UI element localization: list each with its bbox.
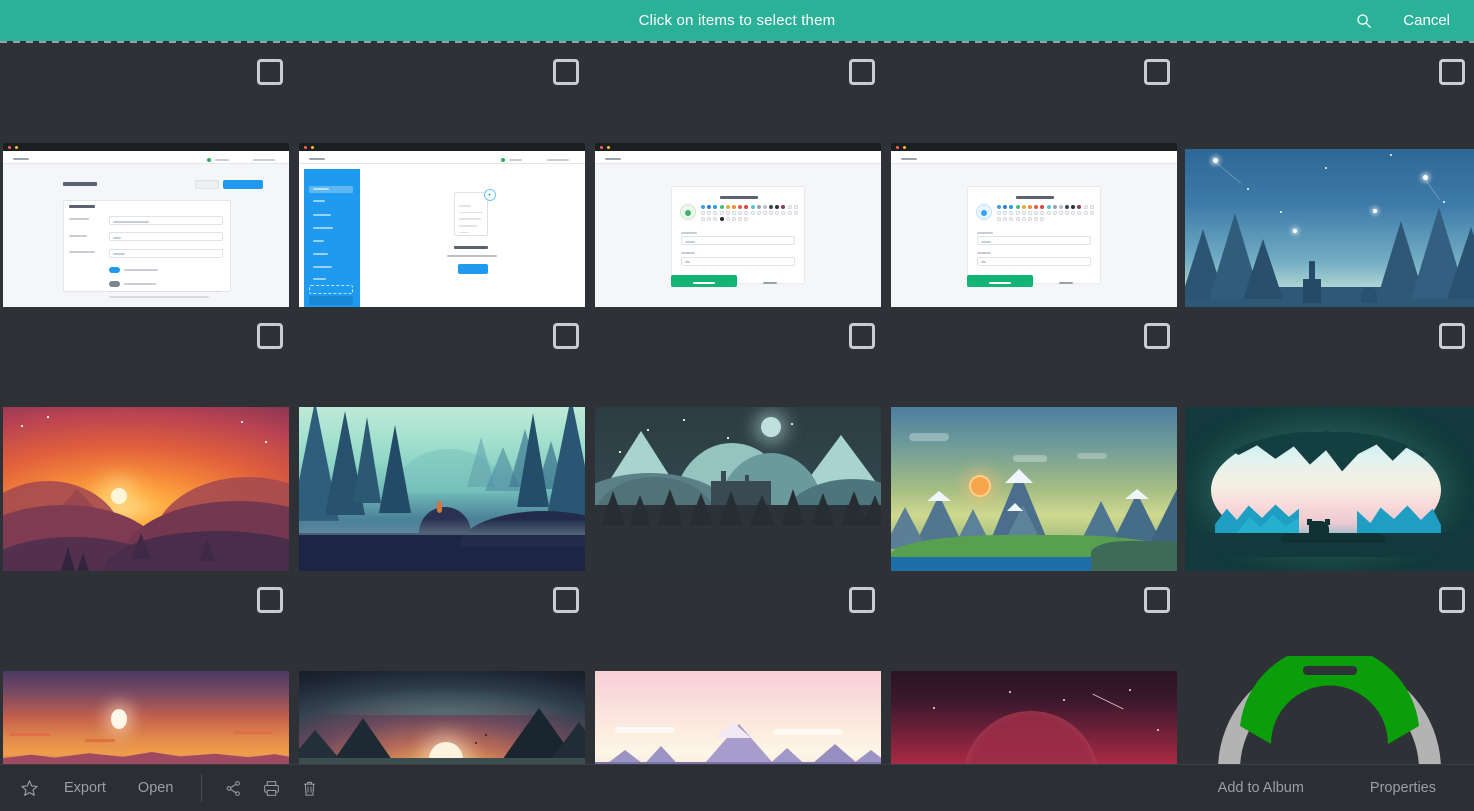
share-icon[interactable] [214,773,252,803]
thumb-r1-c1[interactable] [299,143,585,307]
art-green-gauge-arc [1185,656,1474,770]
thumb-r1-c4[interactable] [1185,149,1474,307]
thumb-r2-c1[interactable] [299,407,585,571]
thumb-r0-c2-checkbox[interactable] [849,59,875,85]
trash-icon[interactable] [290,773,328,803]
dialog-card [671,185,805,285]
thumb-r1-c2-checkbox[interactable] [849,323,875,349]
moon [761,417,781,437]
toolbar-right-group: Add to Album Properties [1202,772,1474,804]
art-aurora-valley-moon [299,671,585,770]
thumb-r2-c3[interactable] [891,407,1177,571]
dialog-card [967,185,1101,285]
thumb-r2-c2-checkbox[interactable] [849,587,875,613]
thumb-r3-c0[interactable] [3,671,289,770]
header-dashed-divider [0,41,1474,43]
thumb-r2-c2[interactable] [595,407,881,571]
screenshot-create-dialog-a [595,143,881,307]
thumb-r0-c4-checkbox[interactable] [1439,59,1465,85]
app-topbar [299,151,585,165]
thumb-r2-c4-checkbox[interactable] [1439,587,1465,613]
properties-button[interactable]: Properties [1354,772,1452,804]
add-to-album-button[interactable]: Add to Album [1202,772,1320,804]
thumb-r3-c2[interactable] [595,671,881,770]
thumb-r0-c3-checkbox[interactable] [1144,59,1170,85]
window-titlebar [3,143,289,152]
thumb-r3-c1[interactable] [299,671,585,770]
art-desert-dusk [3,671,289,770]
window-titlebar [595,143,881,152]
art-cave-wolf-silhouette [1185,407,1474,571]
toolbar-divider [201,774,203,802]
cancel-button[interactable]: Cancel [1397,8,1456,33]
art-starry-forest-twilight [1185,149,1474,307]
thumb-r1-c3-checkbox[interactable] [1144,323,1170,349]
art-pink-alpine-dawn [595,671,881,770]
thumb-r1-c2[interactable] [595,143,881,307]
thumb-r3-c3[interactable] [891,671,1177,770]
star-icon[interactable] [10,773,48,803]
thumb-r1-c4-checkbox[interactable] [1439,323,1465,349]
screenshot-no-posts [299,143,585,307]
thumb-r2-c4[interactable] [1185,407,1474,571]
photo-gallery-selection-screen: Click on items to select them Cancel Exp… [0,0,1474,811]
art-green-snow-mountains [891,407,1177,571]
app-topbar [3,151,289,165]
thumb-r0-c0-checkbox[interactable] [257,59,283,85]
thumbnail-grid [0,41,1474,770]
app-topbar [891,151,1177,165]
color-swatch-grid[interactable] [701,204,799,221]
action-toolbar: Export Open Add to Album Properties [0,764,1474,811]
open-button[interactable]: Open [122,772,189,804]
screenshot-settings-panel [3,143,289,307]
planet [963,711,1099,770]
window-titlebar [891,143,1177,152]
art-orange-sunset-mountains [3,407,289,571]
app-topbar [595,151,881,165]
toolbar-left-group: Export Open [0,772,328,804]
thumb-r2-c3-checkbox[interactable] [1144,587,1170,613]
thumb-r2-c0[interactable] [3,407,289,571]
dialog-primary-button[interactable] [671,275,737,288]
thumb-r0-c1-checkbox[interactable] [553,59,579,85]
print-icon[interactable] [252,773,290,803]
thumb-r1-c0[interactable] [3,143,289,307]
export-button[interactable]: Export [48,772,122,804]
thumb-r2-c0-checkbox[interactable] [257,587,283,613]
color-swatch-grid[interactable] [997,204,1095,221]
thumb-r1-c1-checkbox[interactable] [553,323,579,349]
header-actions: Cancel [1353,0,1474,41]
window-titlebar [299,143,585,152]
art-crimson-planet-rise [891,671,1177,770]
art-misty-teal-forest [299,407,585,571]
page-title: Click on items to select them [638,12,836,29]
thumb-r1-c0-checkbox[interactable] [257,323,283,349]
screenshot-create-dialog-b [891,143,1177,307]
thumb-r1-c3[interactable] [891,143,1177,307]
thumb-r3-c4[interactable] [1185,656,1474,770]
thumb-r2-c1-checkbox[interactable] [553,587,579,613]
selection-header-bar: Click on items to select them Cancel [0,0,1474,41]
empty-state-illustration [454,192,488,237]
search-icon[interactable] [1353,10,1375,32]
dialog-primary-button[interactable] [967,275,1033,288]
art-moonlit-mountains [595,407,881,571]
